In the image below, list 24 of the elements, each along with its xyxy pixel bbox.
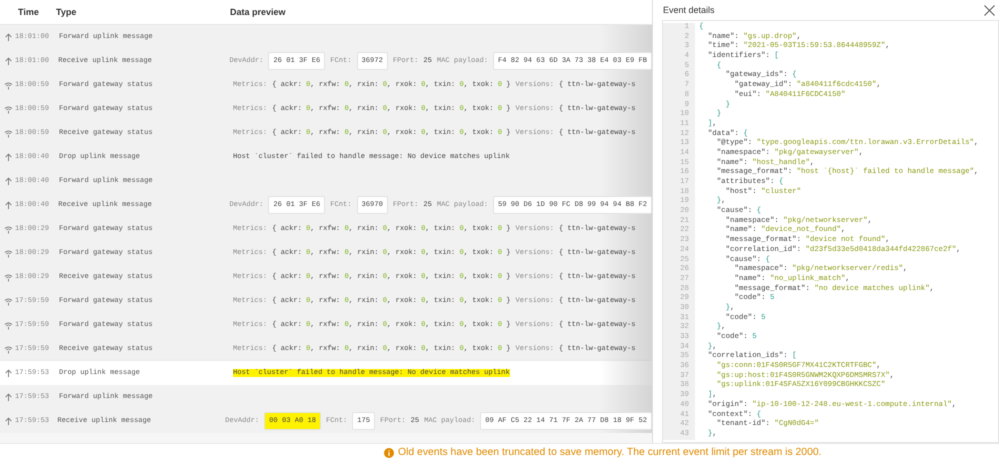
arrow-up-icon — [4, 152, 13, 162]
info-icon — [384, 448, 394, 458]
column-header: Time — [17, 7, 40, 17]
wifi-icon — [4, 344, 13, 354]
panel-title: Event details — [663, 5, 715, 15]
arrow-up-icon — [4, 416, 13, 426]
wifi-icon — [4, 224, 13, 234]
wifi-icon — [4, 296, 13, 306]
arrow-up-icon — [4, 392, 13, 402]
arrow-up-icon — [4, 56, 13, 66]
arrow-up-icon — [4, 32, 13, 42]
column-header: Data preview — [230, 7, 286, 17]
wifi-icon — [4, 128, 13, 138]
wifi-icon — [4, 272, 13, 282]
wifi-icon — [4, 104, 13, 114]
wifi-icon — [4, 320, 13, 330]
arrow-up-icon — [4, 176, 13, 186]
wifi-icon — [4, 248, 13, 258]
arrow-up-icon — [4, 368, 13, 378]
column-header: Type — [56, 7, 78, 17]
arrow-up-icon — [4, 200, 13, 210]
notice-text: Old events have been truncated to save memory. The current event limit per stream is 2000. — [398, 447, 822, 458]
close-icon[interactable] — [984, 4, 995, 16]
wifi-icon — [4, 80, 13, 90]
